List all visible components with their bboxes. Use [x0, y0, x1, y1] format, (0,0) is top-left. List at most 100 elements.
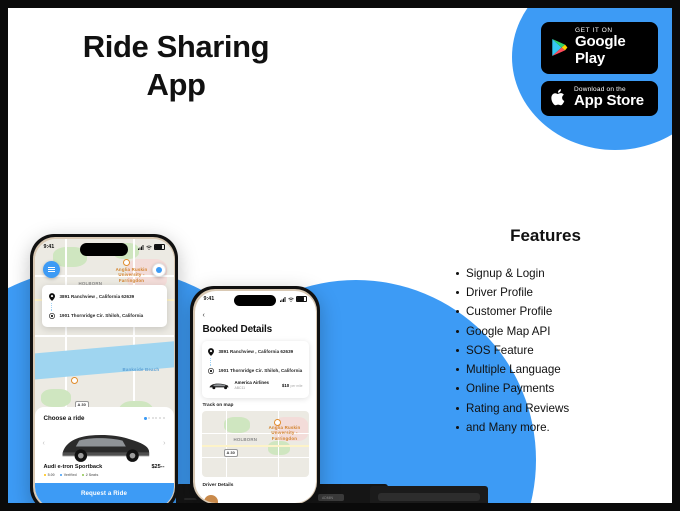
phone-mockup-right: 9:41 ‹ Booked Details 3891 Ranchview , C…	[190, 286, 320, 503]
route-card: 3891 Ranchview , California 62639 1901 T…	[41, 284, 167, 327]
feature-item: and Many more.	[456, 418, 653, 437]
map-poi-label-secondary: Bankside Beach	[122, 366, 160, 372]
features-section: Features Signup & Login Driver Profile C…	[438, 226, 653, 437]
menu-button[interactable]	[42, 260, 60, 278]
screen-title: Booked Details	[202, 323, 273, 335]
map-road	[34, 334, 174, 337]
feature-item: Customer Profile	[456, 302, 653, 321]
phone-notch	[80, 242, 128, 256]
choose-ride-sheet: Choose a ride ‹ › Audi e-tron Sportback …	[34, 406, 174, 503]
driver-avatar	[202, 493, 219, 503]
phone-bezel: 9:41 HOLBORN Anglia Ruskin University - …	[33, 237, 175, 503]
dropoff-address: 1901 Thornridge Cir. Shiloh, California	[218, 368, 303, 374]
back-button[interactable]: ‹	[203, 312, 205, 319]
feature-item: Google Map API	[456, 322, 653, 341]
signal-icon	[137, 244, 143, 250]
map-label: HOLBORN	[233, 436, 258, 442]
battery-icon	[153, 243, 165, 251]
route-connector	[208, 357, 214, 366]
poster-canvas: Ride Sharing App GET IT ON Google Play D…	[8, 8, 672, 503]
feature-item: Online Payments	[456, 379, 653, 398]
dropoff-row[interactable]: 1901 Thornridge Cir. Shiloh, California	[48, 312, 160, 319]
dark-search-field[interactable]	[378, 493, 480, 501]
feature-item: Rating and Reviews	[456, 399, 653, 418]
phone-bezel: 9:41 ‹ Booked Details 3891 Ranchview , C…	[193, 289, 317, 503]
features-heading: Features	[510, 226, 581, 245]
request-ride-button[interactable]: Request a Ride	[34, 482, 174, 503]
phone-mockup-left: 9:41 HOLBORN Anglia Ruskin University - …	[30, 234, 178, 503]
map-road	[201, 456, 309, 459]
map-highway-shield: A 30	[223, 448, 238, 457]
map-park	[223, 416, 250, 433]
map-poi-marker	[122, 258, 130, 266]
booked-vehicle-row: America Airlines ABC11 $10 per mile	[208, 380, 303, 391]
status-time: 9:41	[43, 244, 55, 250]
dark-panel-badge-label: ADMIN	[322, 495, 333, 500]
google-play-badge[interactable]: GET IT ON Google Play	[541, 22, 658, 74]
booked-car-price-unit: per mile	[290, 383, 303, 388]
tracking-map: HOLBORN Anglia Ruskin University - Farri…	[201, 410, 309, 477]
store-badges: GET IT ON Google Play Download on the Ap…	[541, 22, 658, 116]
map-park	[40, 388, 71, 407]
location-pin-icon	[48, 292, 55, 301]
page-title: Ride Sharing App	[46, 28, 306, 104]
driver-details-label: Driver Details	[202, 482, 234, 488]
booked-car-plate: ABC11	[234, 386, 246, 391]
car-image	[62, 434, 149, 462]
carousel-dots[interactable]	[144, 417, 165, 420]
apple-icon	[551, 89, 565, 106]
track-on-map-label: Track on map	[202, 402, 234, 408]
phone-notch	[234, 294, 276, 306]
page-title-line-1: Ride Sharing	[82, 29, 270, 64]
pickup-address: 3891 Ranchview , California 62639	[218, 349, 294, 354]
car-thumbnail-icon	[208, 383, 229, 389]
next-car-button[interactable]: ›	[163, 440, 165, 447]
phone-left-screen: 9:41 HOLBORN Anglia Ruskin University - …	[34, 238, 174, 503]
sheet-title: Choose a ride	[43, 414, 85, 422]
pickup-row: 3891 Ranchview , California 62639	[207, 347, 303, 356]
signal-icon	[279, 296, 285, 302]
car-rating: 5.00	[43, 472, 55, 477]
location-pin-icon	[207, 347, 214, 356]
car-name: Audi e-tron Sportback	[43, 463, 103, 470]
pickup-row[interactable]: 3891 Ranchview , California 62639	[48, 292, 160, 301]
booked-car-price: $10 per mile	[282, 383, 303, 388]
destination-icon	[48, 312, 55, 319]
features-list: Signup & Login Driver Profile Customer P…	[438, 264, 653, 437]
booked-car-price-value: $10	[281, 382, 290, 388]
map-poi-label: Anglia Ruskin University - Farringdon	[115, 266, 148, 283]
map-highway	[201, 444, 309, 447]
feature-item: Multiple Language	[456, 360, 653, 379]
map-poi-marker	[70, 376, 78, 384]
feature-item: Signup & Login	[456, 264, 653, 283]
car-verified: Verified	[59, 472, 77, 477]
google-play-badge-title: Google Play	[575, 33, 626, 67]
pickup-address: 3891 Ranchview , California 62639	[59, 294, 135, 299]
car-meta: 5.00 Verified 2 Seats	[43, 472, 165, 477]
status-indicators	[279, 295, 307, 303]
dropoff-row: 1901 Thornridge Cir. Shiloh, California	[207, 367, 303, 374]
car-seats-label: 2 Seats	[85, 472, 99, 477]
battery-icon	[295, 295, 307, 303]
car-price: $25--	[151, 463, 165, 470]
dropoff-address: 1901 Thornridge Cir. Shiloh, California	[59, 313, 144, 319]
wifi-icon	[145, 245, 152, 250]
locate-me-button[interactable]	[151, 262, 166, 277]
car-seats: 2 Seats	[81, 472, 99, 477]
status-indicators	[137, 243, 165, 251]
phone-right-screen: 9:41 ‹ Booked Details 3891 Ranchview , C…	[194, 290, 316, 503]
booking-card: 3891 Ranchview , California 62639 1901 T…	[201, 340, 309, 398]
wifi-icon	[287, 297, 294, 302]
page-title-line-2: App	[146, 66, 206, 102]
app-store-badge-title: App Store	[574, 91, 644, 109]
dark-search-mockup	[370, 486, 488, 503]
car-verified-label: Verified	[63, 472, 77, 477]
feature-item: Driver Profile	[456, 283, 653, 302]
google-play-icon	[552, 38, 568, 56]
car-rating-value: 5.00	[47, 472, 55, 477]
map-road	[225, 410, 228, 477]
app-store-badge[interactable]: Download on the App Store	[541, 80, 658, 116]
feature-item: SOS Feature	[456, 341, 653, 360]
status-time: 9:41	[203, 296, 215, 302]
destination-icon	[207, 367, 214, 374]
